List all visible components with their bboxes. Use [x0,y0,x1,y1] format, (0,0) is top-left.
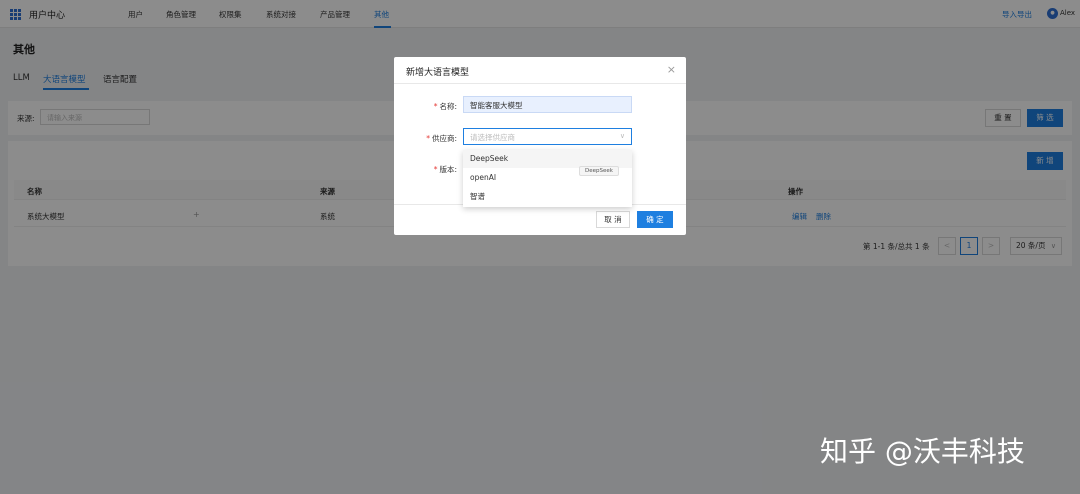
version-label-text: 版本: [439,165,457,174]
new-model-dialog: 新增大语言模型 × * 名称: 智能客服大模型 * 供应商: 请选择供应商 ∨ * 版… [394,57,686,235]
chevron-down-icon: ∨ [619,132,625,140]
required-mark: * [433,102,438,111]
confirm-button[interactable]: 确 定 [637,211,673,228]
provider-placeholder: 请选择供应商 [470,133,515,142]
option-tooltip: DeepSeek [579,166,619,176]
watermark: 知乎 @沃丰科技 [820,435,1025,468]
required-mark: * [426,134,430,143]
cancel-button[interactable]: 取 消 [596,211,630,228]
name-label-text: 名称: [439,102,457,111]
dialog-title: 新增大语言模型 [406,68,470,78]
provider-select[interactable]: 请选择供应商 ∨ [463,128,632,145]
version-field-label: * 版本: [397,164,457,175]
required-mark: * [433,165,438,174]
provider-dropdown: DeepSeek openAI 智谱 [463,150,632,207]
dialog-header-divider [394,83,686,84]
name-field[interactable]: 智能客服大模型 [463,96,632,113]
provider-label-text: 供应商: [431,134,457,143]
provider-field-label: * 供应商: [397,133,457,144]
dropdown-option-openai[interactable]: openAI [470,173,496,182]
name-field-label: * 名称: [397,101,457,112]
close-icon[interactable]: × [667,63,676,76]
dropdown-option-zhipu[interactable]: 智谱 [470,191,485,202]
